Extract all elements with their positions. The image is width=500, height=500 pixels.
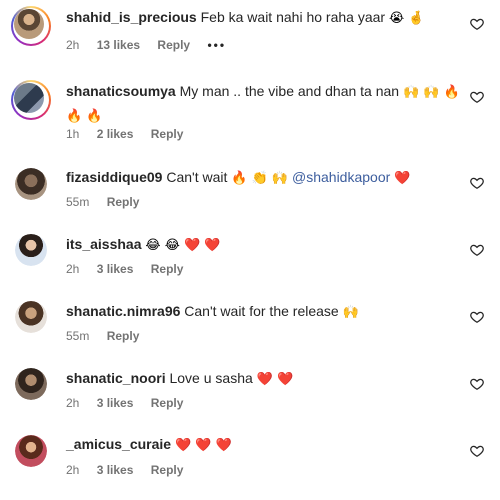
comment-emojis: 🙌 xyxy=(342,305,359,320)
comment-time: 55m xyxy=(66,329,90,343)
comment-meta: 2h 3 likes Reply xyxy=(66,462,197,478)
avatar[interactable] xyxy=(11,6,51,46)
comment-emojis: 😂 😂 ❤️ ❤️ xyxy=(145,238,221,253)
comment-likes[interactable]: 2 likes xyxy=(97,127,134,141)
comment-meta: 55m Reply xyxy=(66,194,153,210)
comment-emojis-after: ❤️ xyxy=(394,171,411,186)
comment-emojis: 🙌 🙌 🔥 xyxy=(402,85,460,100)
comment-text: Can't wait for the release xyxy=(184,303,339,319)
comment-emojis: ❤️ ❤️ ❤️ xyxy=(174,438,232,453)
comment-username[interactable]: shahid_is_precious xyxy=(66,9,197,25)
comment-username[interactable]: shanatic_noori xyxy=(66,370,166,386)
comment-time: 1h xyxy=(66,127,80,141)
comment-time: 55m xyxy=(66,195,90,209)
comment-body: shanatic_noori Love u sasha ❤️ ❤️ xyxy=(66,367,460,391)
comment-username[interactable]: _amicus_curaie xyxy=(66,436,171,452)
more-options-button[interactable]: ••• xyxy=(207,38,226,52)
comment-emojis: 😭 🤞 xyxy=(388,11,425,26)
comment-time: 2h xyxy=(66,38,80,52)
comment-username[interactable]: its_aisshaa xyxy=(66,236,142,252)
comment-meta: 2h 3 likes Reply xyxy=(66,261,197,277)
comment-emojis: ❤️ ❤️ xyxy=(256,372,294,387)
comment-body: shanatic.nimra96 Can't wait for the rele… xyxy=(66,300,460,324)
comment-body: fizasiddique09 Can't wait 🔥 👏 🙌 @shahidk… xyxy=(66,166,460,190)
avatar[interactable] xyxy=(15,301,47,333)
comment-time: 2h xyxy=(66,463,80,477)
comment-emojis: 🔥 👏 🙌 xyxy=(231,171,289,186)
avatar[interactable] xyxy=(15,168,47,200)
avatar[interactable] xyxy=(15,435,47,467)
comment-likes[interactable]: 13 likes xyxy=(97,38,140,52)
heart-outline-icon[interactable] xyxy=(470,310,484,324)
reply-button[interactable]: Reply xyxy=(157,38,190,52)
comment-likes[interactable]: 3 likes xyxy=(97,396,134,410)
reply-button[interactable]: Reply xyxy=(107,329,140,343)
comment-text: Love u sasha xyxy=(169,370,253,386)
comment-time: 2h xyxy=(66,262,80,276)
comments-list: shahid_is_precious Feb ka wait nahi ho r… xyxy=(0,0,500,500)
comment-meta: 55m Reply xyxy=(66,328,153,344)
comment-text: Feb ka wait nahi ho raha yaar xyxy=(200,9,386,25)
heart-outline-icon[interactable] xyxy=(470,90,484,104)
comment-mention[interactable]: @shahidkapoor xyxy=(292,169,390,185)
heart-outline-icon[interactable] xyxy=(470,243,484,257)
comment-body: _amicus_curaie ❤️ ❤️ ❤️ xyxy=(66,433,460,457)
avatar[interactable] xyxy=(15,368,47,400)
comment-username[interactable]: shanatic.nimra96 xyxy=(66,303,180,319)
reply-button[interactable]: Reply xyxy=(151,463,184,477)
comment-emojis-line2: 🔥 🔥 xyxy=(66,109,103,124)
comment-body: shahid_is_precious Feb ka wait nahi ho r… xyxy=(66,6,460,30)
comment-likes[interactable]: 3 likes xyxy=(97,262,134,276)
comment-text: My man .. the vibe and dhan ta nan xyxy=(179,83,400,99)
reply-button[interactable]: Reply xyxy=(151,396,184,410)
reply-button[interactable]: Reply xyxy=(151,127,184,141)
heart-outline-icon[interactable] xyxy=(470,444,484,458)
comment-username[interactable]: shanaticsoumya xyxy=(66,83,176,99)
heart-outline-icon[interactable] xyxy=(470,17,484,31)
comment-meta: 2h 3 likes Reply xyxy=(66,395,197,411)
comment-text: Can't wait xyxy=(166,169,228,185)
comment-body: its_aisshaa 😂 😂 ❤️ ❤️ xyxy=(66,233,460,257)
comment-time: 2h xyxy=(66,396,80,410)
avatar[interactable] xyxy=(11,80,51,120)
avatar[interactable] xyxy=(15,234,47,266)
comment-username[interactable]: fizasiddique09 xyxy=(66,169,162,185)
reply-button[interactable]: Reply xyxy=(107,195,140,209)
comment-body: shanaticsoumya My man .. the vibe and dh… xyxy=(66,80,460,128)
reply-button[interactable]: Reply xyxy=(151,262,184,276)
comment-likes[interactable]: 3 likes xyxy=(97,463,134,477)
comment-meta: 2h 13 likes Reply ••• xyxy=(66,37,240,53)
comment-meta: 1h 2 likes Reply xyxy=(66,126,197,142)
heart-outline-icon[interactable] xyxy=(470,176,484,190)
heart-outline-icon[interactable] xyxy=(470,377,484,391)
